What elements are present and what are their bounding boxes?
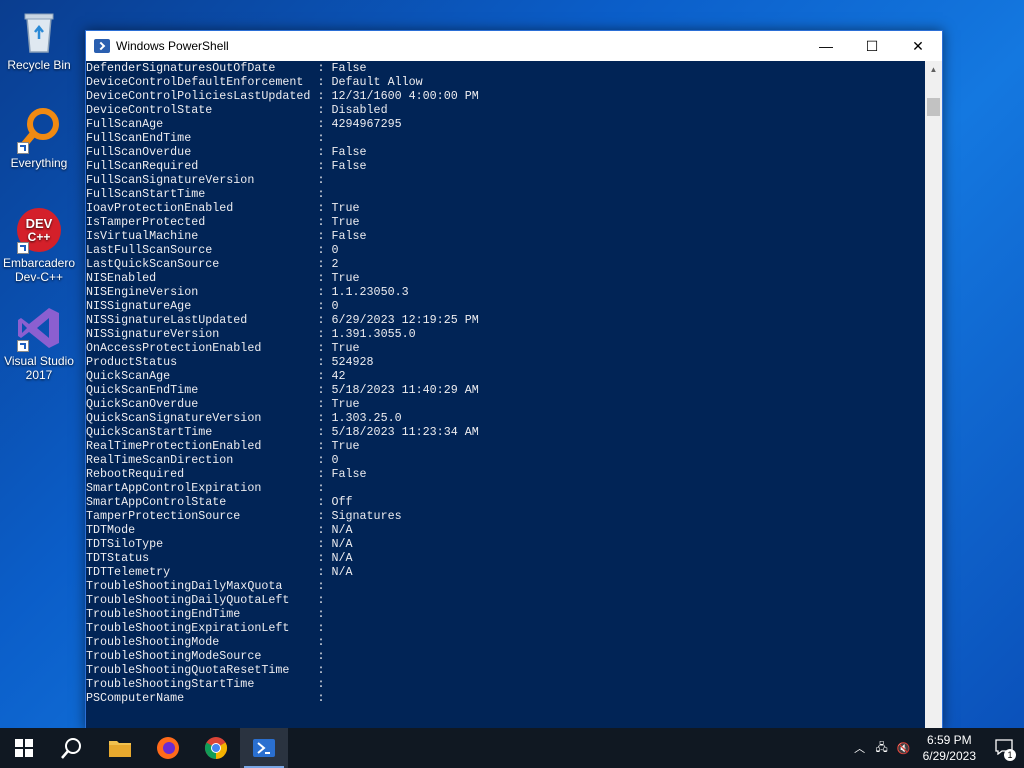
console-line: LastQuickScanSource : 2: [86, 257, 339, 271]
console-line: RebootRequired : False: [86, 467, 367, 481]
console-line: TDTSiloType : N/A: [86, 537, 353, 551]
console-line: FullScanStartTime :: [86, 187, 325, 201]
start-button[interactable]: [0, 728, 48, 768]
taskbar: ︿ 🖧 🔇 6:59 PM 6/29/2023 1: [0, 728, 1024, 768]
console-line: TroubleShootingDailyQuotaLeft :: [86, 593, 325, 607]
console-line: TroubleShootingEndTime :: [86, 607, 325, 621]
firefox-icon: [157, 737, 179, 759]
console-line: QuickScanEndTime : 5/18/2023 11:40:29 AM: [86, 383, 479, 397]
console-line: TroubleShootingMode :: [86, 635, 325, 649]
console-line: FullScanRequired : False: [86, 159, 367, 173]
console-line: OnAccessProtectionEnabled : True: [86, 341, 360, 355]
search-button[interactable]: [48, 728, 96, 768]
chevron-up-icon[interactable]: ︿: [849, 740, 871, 756]
folder-icon: [109, 741, 131, 757]
console-line: TDTMode : N/A: [86, 523, 353, 537]
desktop-icon-everything[interactable]: Everything: [2, 106, 76, 170]
desktop-icon-devcpp[interactable]: DEV C++ Embarcadero Dev-C++: [2, 206, 76, 284]
console-line: TDTStatus : N/A: [86, 551, 353, 565]
console-line: TroubleShootingQuotaResetTime :: [86, 663, 325, 677]
console-line: TamperProtectionSource : Signatures: [86, 509, 402, 523]
desktop-icon-label: Recycle Bin: [7, 58, 71, 72]
system-tray: ︿ 🖧 🔇 6:59 PM 6/29/2023 1: [849, 728, 1024, 768]
console-line: FullScanAge : 4294967295: [86, 117, 402, 131]
volume-muted-icon[interactable]: 🔇: [893, 742, 915, 755]
taskbar-powershell[interactable]: [240, 728, 288, 768]
console-line: TDTTelemetry : N/A: [86, 565, 353, 579]
console-line: DeviceControlPoliciesLastUpdated : 12/31…: [86, 89, 479, 103]
desktop-icon-visual-studio[interactable]: Visual Studio 2017: [2, 304, 76, 382]
clock-time: 6:59 PM: [926, 733, 972, 747]
svg-text:DEV: DEV: [26, 216, 53, 231]
console-line: IsTamperProtected : True: [86, 215, 360, 229]
clock[interactable]: 6:59 PM 6/29/2023: [915, 732, 984, 764]
desktop-icon-recycle-bin[interactable]: Recycle Bin: [2, 8, 76, 72]
console-line: NISSignatureVersion : 1.391.3055.0: [86, 327, 416, 341]
console-line: FullScanOverdue : False: [86, 145, 367, 159]
console-line: IoavProtectionEnabled : True: [86, 201, 360, 215]
console-line: LastFullScanSource : 0: [86, 243, 339, 257]
shortcut-arrow-icon: [17, 340, 29, 352]
powershell-icon: [253, 739, 275, 757]
powershell-window[interactable]: Windows PowerShell — ☐ ✕ DefenderSignatu…: [85, 30, 943, 730]
maximize-button[interactable]: ☐: [849, 31, 895, 61]
minimize-button[interactable]: —: [803, 31, 849, 61]
console-line: PSComputerName :: [86, 691, 325, 705]
powershell-icon: [94, 39, 110, 53]
recycle-bin-icon: [15, 8, 63, 56]
console-line: FullScanEndTime :: [86, 131, 325, 145]
shortcut-arrow-icon: [17, 142, 29, 154]
console-line: DefenderSignaturesOutOfDate : False: [86, 61, 367, 75]
vertical-scrollbar[interactable]: ▲: [925, 61, 942, 729]
chrome-icon: [205, 737, 227, 759]
magnifier-icon: [15, 106, 63, 154]
search-icon: [61, 738, 81, 759]
console-line: NISSignatureAge : 0: [86, 299, 339, 313]
console-line: QuickScanSignatureVersion : 1.303.25.0: [86, 411, 402, 425]
console-line: SmartAppControlState : Off: [86, 495, 353, 509]
console-line: SmartAppControlExpiration :: [86, 481, 325, 495]
devcpp-icon: DEV C++: [15, 206, 63, 254]
console-line: NISEngineVersion : 1.1.23050.3: [86, 285, 409, 299]
console-output[interactable]: DefenderSignaturesOutOfDate : False Devic…: [86, 61, 925, 729]
clock-date: 6/29/2023: [922, 749, 976, 763]
console-line: NISSignatureLastUpdated : 6/29/2023 12:1…: [86, 313, 479, 327]
desktop-icon-label: Embarcadero Dev-C++: [2, 256, 76, 284]
console-line: IsVirtualMachine : False: [86, 229, 367, 243]
console-line: TroubleShootingExpirationLeft :: [86, 621, 325, 635]
console-line: DeviceControlState : Disabled: [86, 103, 388, 117]
svg-text:C++: C++: [28, 230, 51, 244]
console-line: FullScanSignatureVersion :: [86, 173, 325, 187]
console-line: ProductStatus : 524928: [86, 355, 374, 369]
visual-studio-icon: [15, 304, 63, 352]
console-line: DeviceControlDefaultEnforcement : Defaul…: [86, 75, 423, 89]
console-line: QuickScanStartTime : 5/18/2023 11:23:34 …: [86, 425, 479, 439]
close-button[interactable]: ✕: [895, 31, 941, 61]
console-line: QuickScanOverdue : True: [86, 397, 360, 411]
console-line: RealTimeScanDirection : 0: [86, 453, 339, 467]
taskbar-file-explorer[interactable]: [96, 728, 144, 768]
window-title: Windows PowerShell: [116, 39, 229, 53]
notification-center-icon[interactable]: 1: [984, 738, 1024, 761]
desktop-icon-label: Visual Studio 2017: [4, 354, 74, 382]
console-line: RealTimeProtectionEnabled : True: [86, 439, 360, 453]
console-line: TroubleShootingStartTime :: [86, 677, 325, 691]
title-bar[interactable]: Windows PowerShell — ☐ ✕: [86, 31, 942, 61]
console-line: NISEnabled : True: [86, 271, 360, 285]
network-icon[interactable]: 🖧: [871, 739, 893, 758]
taskbar-firefox[interactable]: [144, 728, 192, 768]
scroll-up-arrow-icon[interactable]: ▲: [925, 61, 942, 78]
desktop-icon-label: Everything: [10, 156, 68, 170]
console-line: TroubleShootingDailyMaxQuota :: [86, 579, 325, 593]
console-line: TroubleShootingModeSource :: [86, 649, 325, 663]
console-line: QuickScanAge : 42: [86, 369, 346, 383]
windows-logo-icon: [15, 739, 33, 757]
scrollbar-thumb[interactable]: [927, 98, 940, 116]
taskbar-chrome[interactable]: [192, 728, 240, 768]
notification-count-badge: 1: [1004, 748, 1016, 761]
shortcut-arrow-icon: [17, 242, 29, 254]
